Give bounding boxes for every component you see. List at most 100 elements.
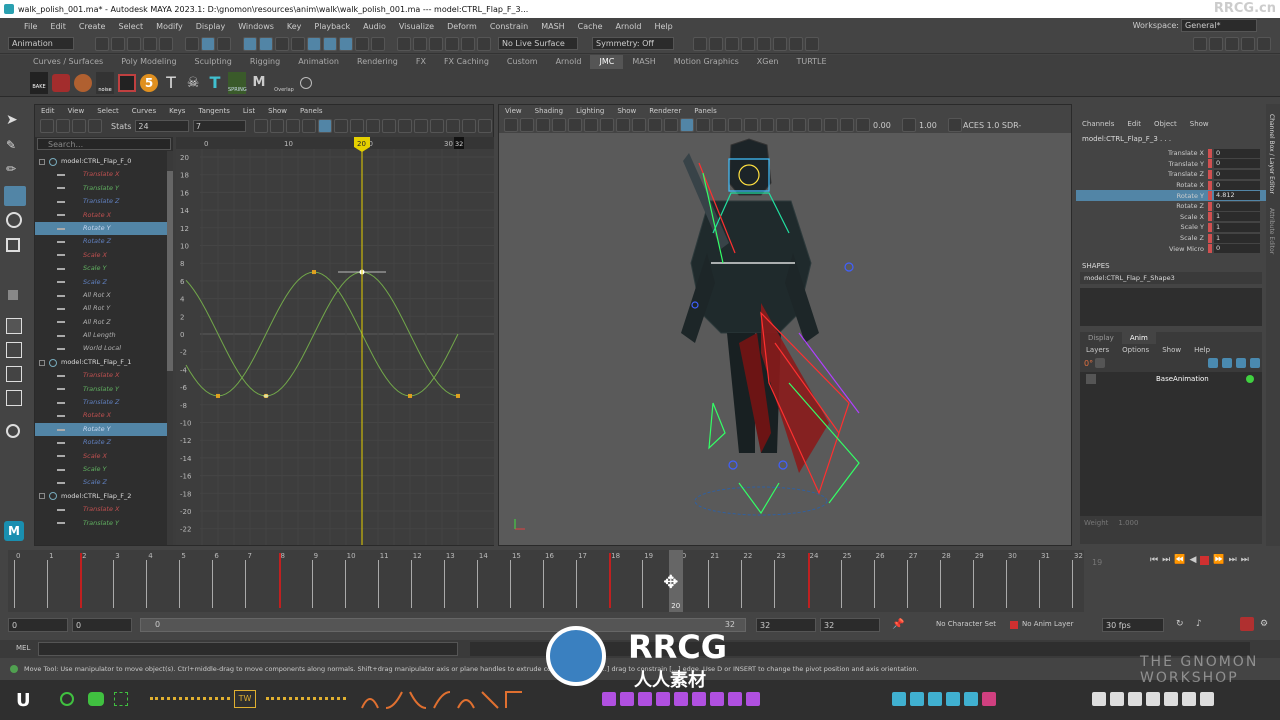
menu-playback[interactable]: Playback (314, 22, 350, 31)
outliner-attribute[interactable]: Rotate Z (35, 235, 173, 248)
channel-row[interactable]: Translate Y 0 (1076, 159, 1266, 170)
menu-deform[interactable]: Deform (447, 22, 477, 31)
step-back-key-icon[interactable]: ⏭ (1162, 555, 1170, 565)
channel-row[interactable]: View Micro 0 (1076, 243, 1266, 254)
textured-icon[interactable] (712, 118, 726, 132)
swap-icon[interactable] (692, 692, 706, 706)
channel-row[interactable]: Rotate Y 4.812 (1076, 190, 1266, 201)
ge-menu-select[interactable]: Select (97, 107, 119, 115)
open-scene-icon[interactable] (111, 36, 125, 51)
ge-menu-panels[interactable]: Panels (300, 107, 323, 115)
arrows-icon[interactable] (638, 692, 652, 706)
xray-icon[interactable] (824, 118, 838, 132)
channel-value[interactable]: 0 (1214, 169, 1260, 179)
search-icon[interactable] (6, 424, 20, 438)
outliner-attribute[interactable]: Translate X (35, 168, 173, 181)
menuset-dropdown[interactable]: Animation (8, 37, 74, 50)
key-dots-icon[interactable] (150, 697, 230, 701)
soft-select-icon[interactable] (8, 290, 18, 300)
stats-frame-field[interactable]: 24 (135, 120, 189, 132)
pick-joint-icon[interactable] (355, 36, 369, 51)
scale-tool-icon[interactable] (6, 238, 20, 252)
bottom-logo-icon[interactable]: U (16, 690, 36, 711)
timeline-key-marker[interactable] (278, 553, 281, 608)
character-set-dropdown[interactable]: No Character Set (936, 620, 996, 628)
end-time-field[interactable]: 32 (820, 618, 880, 632)
gem-icon[interactable] (1182, 692, 1196, 706)
tween-icon[interactable] (52, 74, 70, 92)
pick-edge-icon[interactable] (275, 36, 289, 51)
linear-tangent-icon[interactable] (366, 119, 381, 133)
shelf-tab-5[interactable]: Rendering (348, 55, 407, 69)
outliner-attribute[interactable]: Scale Z (35, 276, 173, 289)
pick-uv-icon[interactable] (307, 36, 321, 51)
menu-select[interactable]: Select (118, 22, 143, 31)
vp-menu-renderer[interactable]: Renderer (649, 107, 681, 115)
spline-tangent-icon[interactable] (334, 119, 349, 133)
layer-tab-anim[interactable]: Anim (1121, 332, 1156, 344)
outliner-attribute[interactable]: All Rot X (35, 289, 173, 302)
view-transform-dropdown[interactable]: ACES 1.0 SDR-vid (963, 121, 1021, 130)
workspace-dropdown[interactable]: General* (1181, 19, 1257, 32)
maya-logo-icon[interactable]: M (4, 521, 24, 541)
ge-menu-edit[interactable]: Edit (41, 107, 55, 115)
graph-key-diamond[interactable] (263, 393, 269, 398)
prefs-icon[interactable]: ⚙ (1260, 619, 1268, 629)
aa-icon[interactable] (792, 118, 806, 132)
step-tangent-icon[interactable] (398, 119, 413, 133)
select-object-icon[interactable] (201, 36, 215, 51)
number-five-icon[interactable]: 5 (140, 74, 158, 92)
paint-select-icon[interactable]: ✏ (6, 162, 22, 178)
channel-row[interactable]: Rotate X 0 (1076, 180, 1266, 191)
timeline-key-marker[interactable] (80, 553, 83, 608)
pause-icon[interactable] (805, 36, 819, 51)
field-chart-icon[interactable] (632, 118, 646, 132)
select-tool-icon[interactable]: ➤ (6, 112, 22, 128)
menu-display[interactable]: Display (196, 22, 226, 31)
pick-surface-icon[interactable] (323, 36, 337, 51)
render-settings-icon[interactable] (741, 36, 755, 51)
outliner-attribute[interactable]: Translate Y (35, 383, 173, 396)
ghost-outline-icon[interactable] (1110, 692, 1124, 706)
outliner-attribute[interactable]: Translate Z (35, 396, 173, 409)
outliner-layout-icon[interactable] (6, 390, 22, 406)
menu-cache[interactable]: Cache (578, 22, 603, 31)
move-layer-up-icon[interactable] (1208, 358, 1218, 368)
gamma-icon[interactable] (902, 118, 916, 132)
shelf-tab-11[interactable]: MASH (623, 55, 664, 69)
snap-curve-icon[interactable] (413, 36, 427, 51)
ipr-render-icon[interactable] (725, 36, 739, 51)
channel-row[interactable]: Translate X 0 (1076, 148, 1266, 159)
step-back-frame-icon[interactable]: ⏪ (1174, 555, 1185, 565)
outliner-attribute[interactable]: Scale Y (35, 463, 173, 476)
tween-machine-icon[interactable]: TW (234, 690, 256, 708)
menu-file[interactable]: File (24, 22, 37, 31)
select-hierarchy-icon[interactable] (185, 36, 199, 51)
outliner-attribute[interactable]: Rotate Y (35, 422, 173, 437)
shelf-tab-3[interactable]: Rigging (241, 55, 289, 69)
noise-icon[interactable]: noise (96, 72, 114, 94)
new-layer-icon[interactable] (1236, 358, 1246, 368)
t-pose-icon[interactable]: T (162, 74, 180, 92)
auto-key-icon[interactable] (1240, 617, 1254, 631)
arnold-render-icon[interactable] (773, 36, 787, 51)
time-slider[interactable]: 0123456789101112131415161718192021222324… (8, 550, 1084, 612)
ge-menu-show[interactable]: Show (268, 107, 287, 115)
outliner-attribute[interactable]: Scale X (35, 450, 173, 463)
shelf-tab-13[interactable]: XGen (748, 55, 788, 69)
motion-blur-icon[interactable] (776, 118, 790, 132)
channel-value[interactable]: 0 (1214, 180, 1260, 190)
outliner-attribute[interactable]: Scale X (35, 249, 173, 262)
camera-attr-icon[interactable] (520, 118, 534, 132)
menu-mash[interactable]: MASH (541, 22, 564, 31)
mirror-icon[interactable] (620, 692, 634, 706)
clamped-tangent-icon[interactable] (350, 119, 365, 133)
m-tool-icon[interactable]: M (250, 74, 268, 92)
timeline-end-field[interactable]: 19 (1092, 558, 1102, 567)
outliner-attribute[interactable]: Rotate Y (35, 221, 173, 236)
ghost-icon[interactable]: 0° (1084, 359, 1093, 368)
region-key-icon[interactable] (88, 119, 102, 133)
color-management-icon[interactable] (948, 118, 962, 132)
graph-key[interactable] (216, 393, 220, 398)
channel-row[interactable]: Scale Y 1 (1076, 222, 1266, 233)
